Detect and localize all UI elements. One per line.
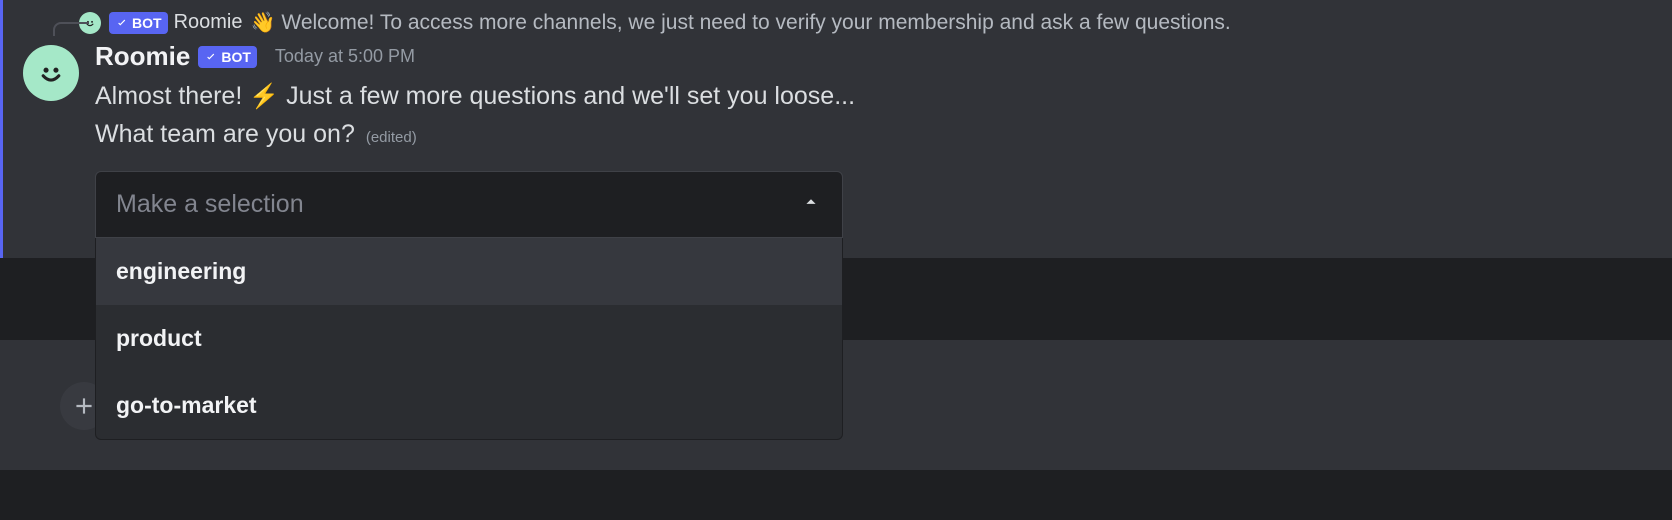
select-trigger[interactable]: Make a selection [95, 171, 843, 238]
select-option-go-to-market[interactable]: go-to-market [96, 372, 842, 439]
select-menu: Make a selection engineering product go-… [95, 171, 843, 238]
avatar[interactable] [23, 45, 79, 101]
message-header: Roomie BOT Today at 5:00 PM [95, 41, 1652, 72]
plus-icon [71, 393, 97, 419]
select-option-engineering[interactable]: engineering [96, 238, 842, 305]
message-row: Roomie BOT Today at 5:00 PM Almost there… [23, 41, 1652, 238]
bot-badge-label: BOT [132, 15, 162, 31]
username[interactable]: Roomie [95, 41, 190, 72]
reply-username: Roomie [174, 11, 243, 34]
bot-badge: BOT [198, 46, 257, 68]
message-content: Roomie BOT Today at 5:00 PM Almost there… [95, 41, 1652, 238]
select-options: engineering product go-to-market [95, 238, 843, 440]
bolt-emoji: ⚡ [249, 83, 279, 110]
check-icon [204, 50, 218, 64]
bot-badge: BOT [109, 12, 168, 34]
message-container: BOT Roomie 👋 Welcome! To access more cha… [0, 0, 1672, 258]
check-icon [115, 16, 129, 30]
select-option-product[interactable]: product [96, 305, 842, 372]
smile-icon [34, 56, 68, 90]
select-placeholder: Make a selection [116, 190, 304, 219]
body-line-2: What team are you on? [95, 120, 355, 148]
message-body: Almost there! ⚡ Just a few more question… [95, 78, 1652, 116]
body-line-1-post: Just a few more questions and we'll set … [279, 82, 855, 110]
reply-preview-text: Welcome! To access more channels, we jus… [281, 11, 1230, 35]
bot-badge-label: BOT [221, 49, 251, 65]
chevron-up-icon [800, 191, 822, 218]
wave-emoji: 👋 [250, 10, 275, 35]
timestamp: Today at 5:00 PM [275, 46, 415, 67]
reply-spine [53, 22, 89, 36]
edited-label: (edited) [366, 129, 417, 146]
body-line-1-pre: Almost there! [95, 82, 249, 110]
message-body-line-2: What team are you on? (edited) [95, 116, 1652, 154]
reply-reference[interactable]: BOT Roomie 👋 Welcome! To access more cha… [79, 10, 1652, 35]
